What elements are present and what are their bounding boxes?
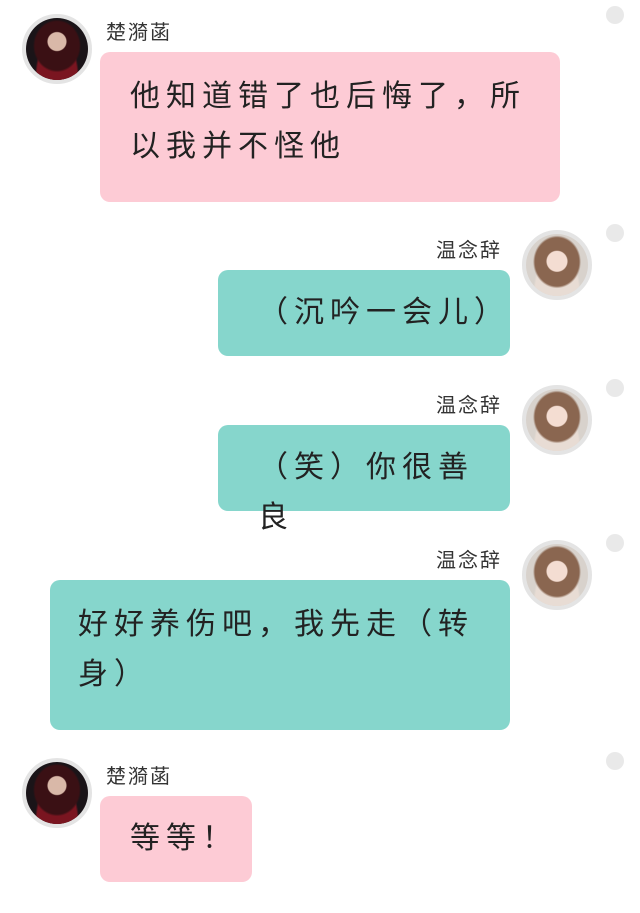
avatar[interactable]: [22, 758, 92, 828]
message-bubble[interactable]: 好好养伤吧，我先走（转身）: [50, 580, 510, 730]
select-circle[interactable]: [606, 752, 624, 770]
chat-message: 温念辞 （沉吟一会儿）: [0, 210, 640, 360]
chat-message: 楚漪菡 等等！: [0, 740, 640, 913]
message-bubble[interactable]: （沉吟一会儿）: [218, 270, 510, 356]
chat-message: 温念辞 好好养伤吧，我先走（转身）: [0, 520, 640, 735]
sender-name: 温念辞: [436, 548, 502, 572]
chat-message: 楚漪菡 他知道错了也后悔了，所以我并不怪他: [0, 0, 640, 210]
avatar[interactable]: [522, 385, 592, 455]
sender-name: 楚漪菡: [106, 764, 172, 788]
sender-name: 温念辞: [436, 238, 502, 262]
message-bubble[interactable]: 等等！: [100, 796, 252, 882]
avatar[interactable]: [522, 230, 592, 300]
select-circle[interactable]: [606, 379, 624, 397]
avatar[interactable]: [22, 14, 92, 84]
chat-message: 温念辞 （笑）你很善良: [0, 365, 640, 535]
select-circle[interactable]: [606, 224, 624, 242]
sender-name: 温念辞: [436, 393, 502, 417]
message-bubble[interactable]: （笑）你很善良: [218, 425, 510, 535]
avatar[interactable]: [522, 540, 592, 610]
select-circle[interactable]: [606, 6, 624, 24]
sender-name: 楚漪菡: [106, 20, 172, 44]
message-bubble[interactable]: 他知道错了也后悔了，所以我并不怪他: [100, 52, 560, 202]
select-circle[interactable]: [606, 534, 624, 552]
